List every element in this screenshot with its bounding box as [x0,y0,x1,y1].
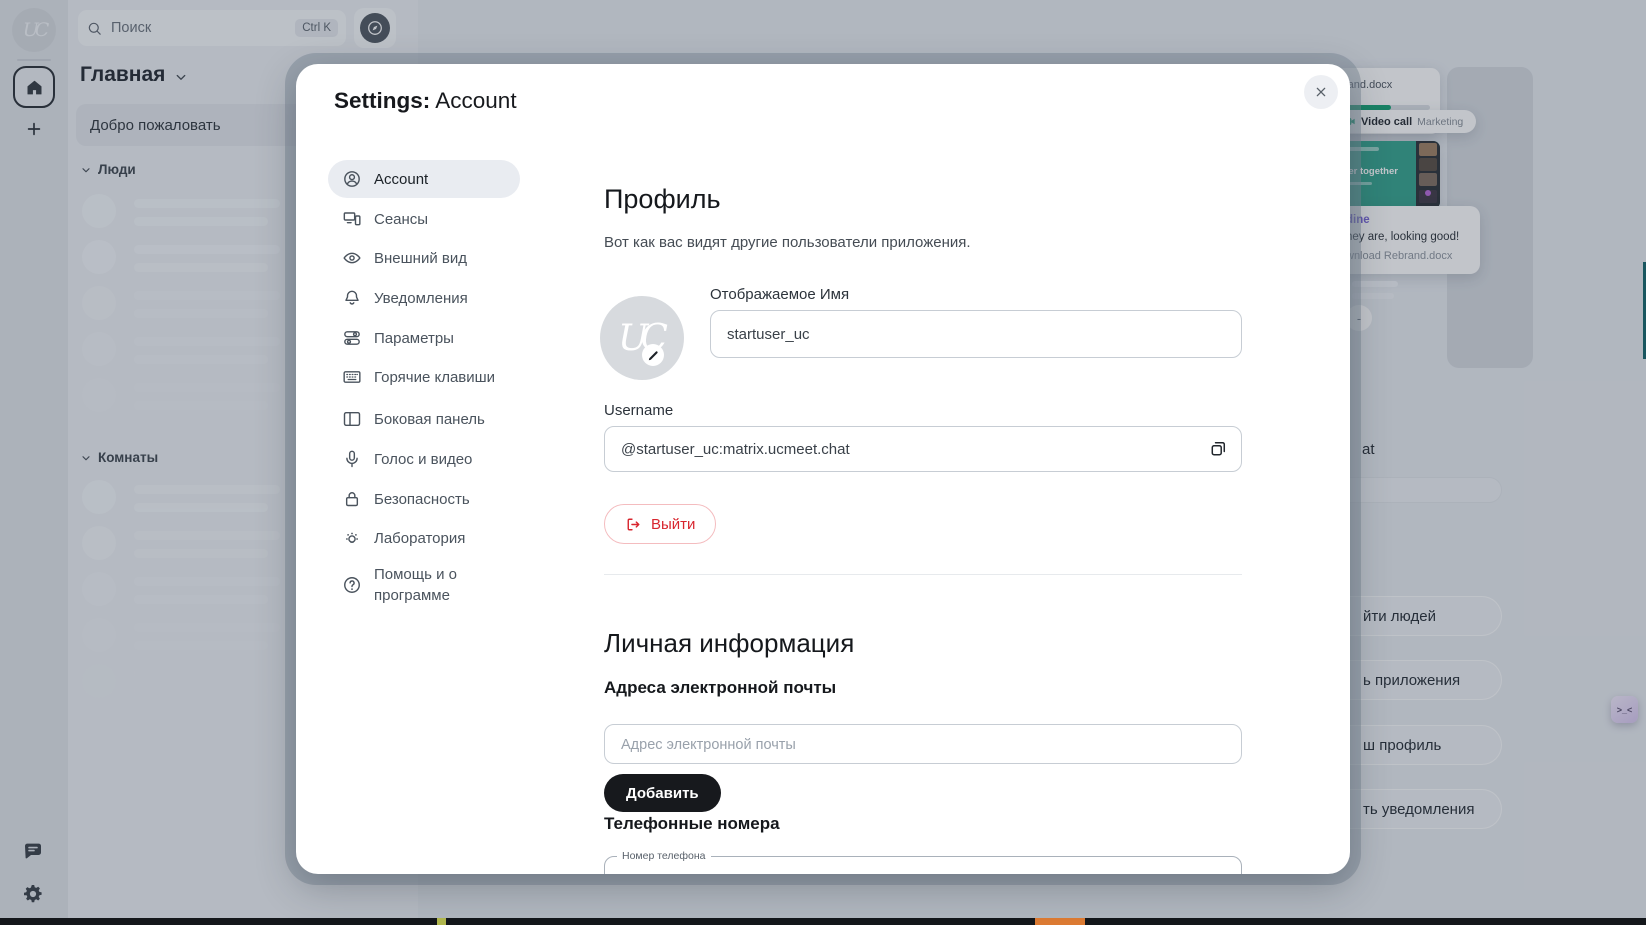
settings-menu-label: Безопасность [374,489,470,510]
dialog-title-tab: Account [430,88,516,113]
settings-menu-item-appearance[interactable]: Внешний вид [328,239,520,277]
settings-menu-item-account[interactable]: Account [328,160,520,198]
copy-icon[interactable] [1208,438,1230,460]
display-name-field-wrap [710,310,1242,358]
settings-dialog: Settings: Account Account Сеансы Внешний в… [296,64,1350,874]
settings-menu-label: Горячие клавиши [374,367,495,388]
settings-menu-label: Голос и видео [374,449,472,470]
settings-menu-item-keyboard[interactable]: Горячие клавиши [328,358,520,396]
settings-menu-item-security[interactable]: Безопасность [328,480,520,518]
help-icon [342,575,362,595]
settings-menu-label: Сеансы [374,209,428,230]
settings-menu-item-sessions[interactable]: Сеансы [328,200,520,238]
emails-heading: Адреса электронной почты [604,678,836,698]
taskbar-strip [0,918,1646,925]
settings-menu-label: Лаборатория [374,528,465,549]
taskbar-segment [437,918,446,925]
labs-icon [342,528,362,548]
settings-menu-label: Account [374,169,428,190]
settings-menu-label: Уведомления [374,288,468,309]
close-button[interactable] [1304,75,1338,109]
section-divider [604,574,1242,575]
security-icon [342,489,362,509]
signout-label: Выйти [651,516,695,533]
settings-content: Профиль Вот как вас видят другие пользов… [604,64,1242,874]
close-icon [1313,84,1329,100]
pencil-icon [646,348,661,363]
avatar[interactable]: UC [600,296,684,380]
settings-menu-label: Боковая панель [374,409,485,430]
appearance-icon [342,248,362,268]
dialog-title: Settings: Account [334,88,517,114]
settings-menu-item-sidebar[interactable]: Боковая панель [328,400,520,438]
phone-field-label: Номер телефона [617,850,711,862]
sidebar-icon [342,409,362,429]
email-input[interactable] [605,725,1241,763]
phone-field-wrap[interactable]: Номер телефона [604,850,1242,874]
avatar-edit-button[interactable] [642,344,664,366]
settings-menu-item-voice-video[interactable]: Голос и видео [328,440,520,478]
settings-menu-item-notifications[interactable]: Уведомления [328,279,520,317]
username-input[interactable] [605,427,1241,471]
keyboard-icon [342,367,362,387]
voice-video-icon [342,449,362,469]
personal-info-heading: Личная информация [604,628,854,659]
username-label: Username [604,402,673,419]
email-field-wrap [604,724,1242,764]
username-field-wrap [604,426,1242,472]
phones-heading: Телефонные номера [604,814,780,834]
settings-menu-label: Внешний вид [374,248,467,269]
add-email-button[interactable]: Добавить [604,774,721,812]
display-name-label: Отображаемое Имя [710,286,849,303]
settings-dialog-frame: Settings: Account Account Сеансы Внешний в… [285,53,1361,885]
settings-menu-label: Параметры [374,328,454,349]
settings-menu-item-preferences[interactable]: Параметры [328,319,520,357]
settings-menu-item-labs[interactable]: Лаборатория [328,519,520,557]
display-name-input[interactable] [711,311,1241,357]
add-email-label: Добавить [626,785,699,802]
notifications-icon [342,288,362,308]
profile-heading: Профиль [604,184,721,215]
settings-menu-label: Помощь и о программе [374,564,494,606]
preferences-icon [342,328,362,348]
app-screen: UC Поиск Ctrl K Главная Добро пожаловать… [0,0,1646,925]
account-icon [342,169,362,189]
sessions-icon [342,209,362,229]
taskbar-segment [1035,918,1085,925]
settings-menu-item-help[interactable]: Помощь и о программе [328,559,520,611]
dialog-title-prefix: Settings: [334,88,430,113]
logout-icon [625,516,642,533]
profile-subtitle: Вот как вас видят другие пользователи пр… [604,234,971,251]
signout-button[interactable]: Выйти [604,504,716,544]
